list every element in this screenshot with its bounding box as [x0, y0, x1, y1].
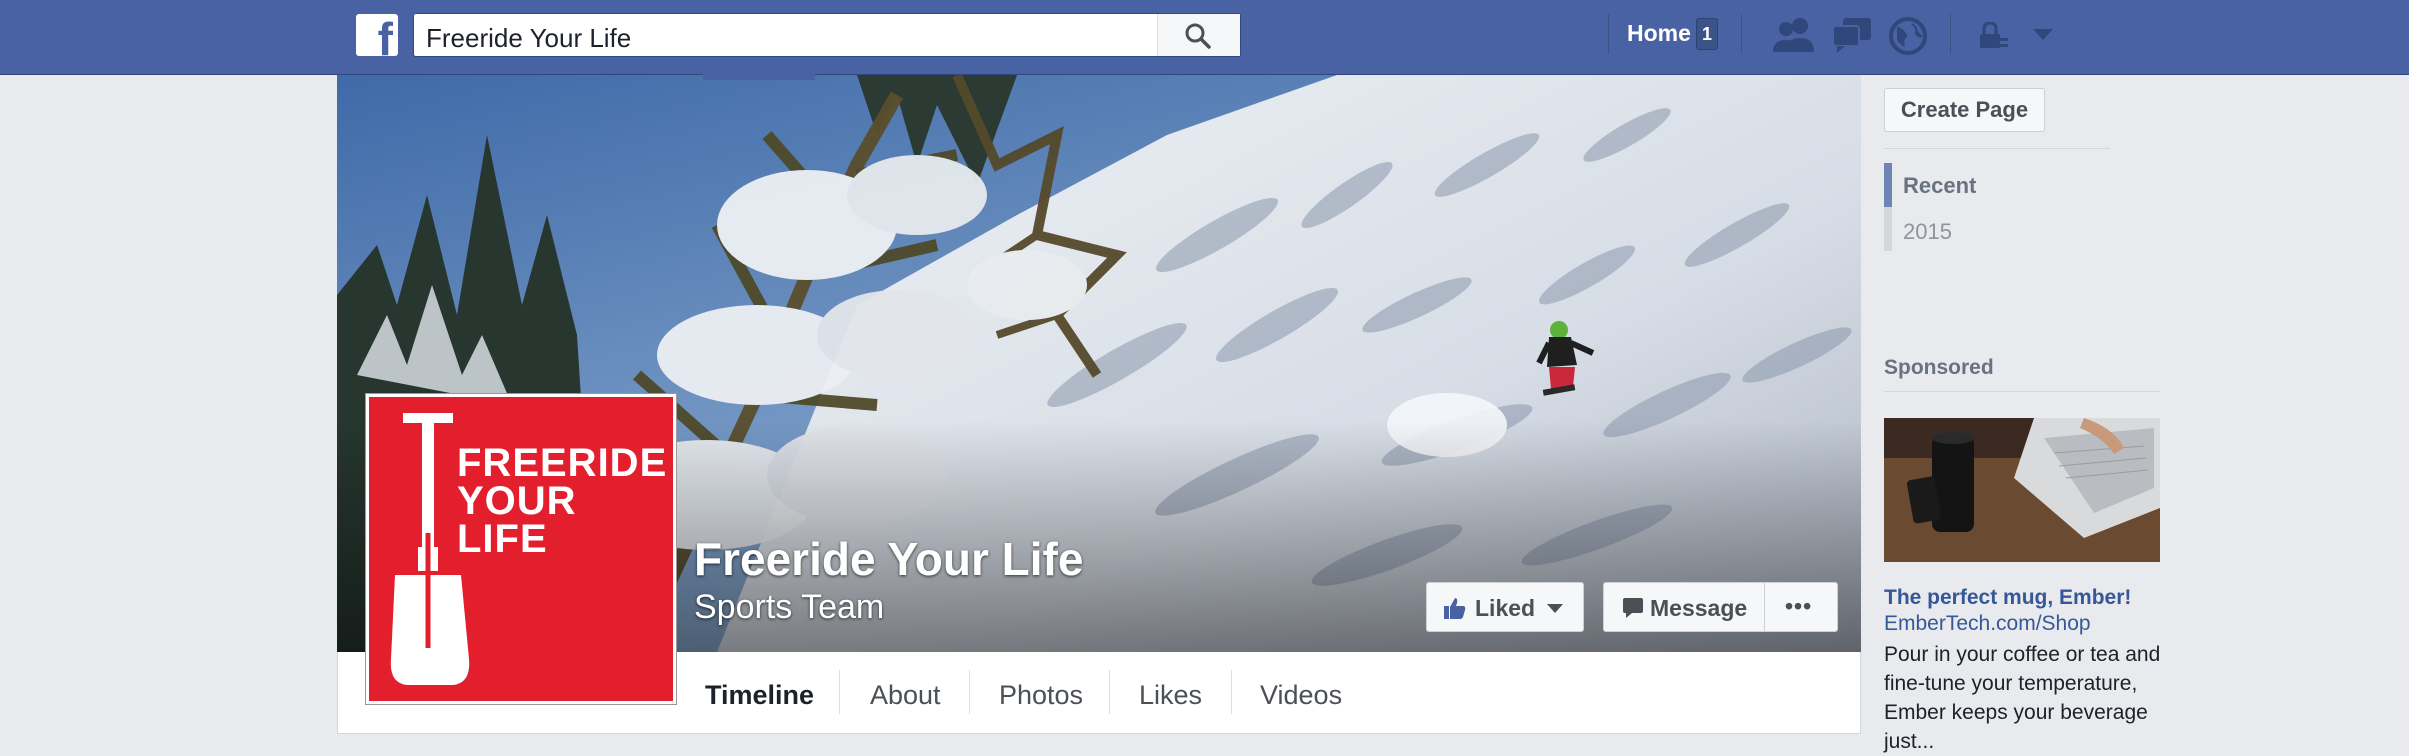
- tab-photos[interactable]: Photos: [999, 680, 1083, 711]
- nav-divider: [1950, 14, 1951, 54]
- ad-body-text: Pour in your coffee or tea and fine-tune…: [1884, 643, 2161, 753]
- active-tab-indicator: [703, 74, 815, 80]
- notifications-globe-icon[interactable]: [1888, 16, 1928, 56]
- ad-url-link[interactable]: EmberTech.com/Shop: [1884, 612, 2091, 636]
- liked-button[interactable]: Liked: [1426, 582, 1584, 632]
- message-button[interactable]: Message: [1603, 582, 1765, 632]
- tab-about[interactable]: About: [870, 680, 941, 711]
- search-input-value[interactable]: Freeride Your Life: [426, 23, 631, 54]
- more-options-button[interactable]: •••: [1764, 582, 1838, 632]
- chevron-down-icon: [1547, 604, 1563, 613]
- tab-divider: [1231, 670, 1232, 714]
- nav-divider: [1608, 14, 1609, 54]
- liked-label: Liked: [1475, 595, 1536, 621]
- search-button[interactable]: [1157, 14, 1240, 56]
- timeline-nav-track: [1884, 207, 1892, 251]
- page-title: Freeride Your Life: [694, 533, 1084, 585]
- nav-divider: [1741, 14, 1742, 54]
- ad-image[interactable]: [1884, 418, 2160, 562]
- tab-divider: [839, 670, 840, 714]
- top-navigation-bar: f Freeride Your Life Home 1: [0, 0, 2409, 75]
- friends-icon[interactable]: [1772, 16, 1816, 54]
- timeline-nav-recent[interactable]: Recent: [1903, 173, 1976, 199]
- message-icon: [1623, 598, 1643, 618]
- tab-divider: [969, 670, 970, 714]
- tab-likes[interactable]: Likes: [1139, 680, 1202, 711]
- tab-videos[interactable]: Videos: [1260, 680, 1342, 711]
- logo-line-3: LIFE: [457, 517, 548, 561]
- create-page-button[interactable]: Create Page: [1884, 88, 2045, 132]
- freeride-your-life-logo: FREERIDE YOUR LIFE: [369, 397, 673, 701]
- facebook-logo[interactable]: f: [356, 14, 398, 62]
- messages-icon[interactable]: [1831, 16, 1873, 54]
- search-input[interactable]: Freeride Your Life: [413, 13, 1241, 57]
- ad-title-link[interactable]: The perfect mug, Ember!: [1884, 586, 2131, 610]
- privacy-lock-icon[interactable]: [1978, 22, 2010, 50]
- timeline-nav-2015[interactable]: 2015: [1903, 219, 1952, 245]
- page-category: Sports Team: [694, 588, 885, 626]
- more-options-icon: •••: [1785, 593, 1813, 619]
- profile-picture[interactable]: FREERIDE YOUR LIFE: [365, 393, 677, 705]
- home-notification-badge: 1: [1696, 18, 1718, 50]
- tab-timeline[interactable]: Timeline: [705, 680, 814, 711]
- chevron-down-icon[interactable]: [2032, 28, 2054, 42]
- message-label: Message: [1650, 595, 1748, 621]
- timeline-nav-indicator: [1884, 163, 1892, 207]
- search-icon: [1185, 23, 1211, 49]
- divider: [1884, 148, 2110, 149]
- thumbs-up-icon: [1444, 598, 1466, 619]
- divider: [1884, 391, 2160, 392]
- tab-divider: [1109, 670, 1110, 714]
- sponsored-heading: Sponsored: [1884, 356, 1994, 379]
- home-link[interactable]: Home: [1627, 20, 1691, 47]
